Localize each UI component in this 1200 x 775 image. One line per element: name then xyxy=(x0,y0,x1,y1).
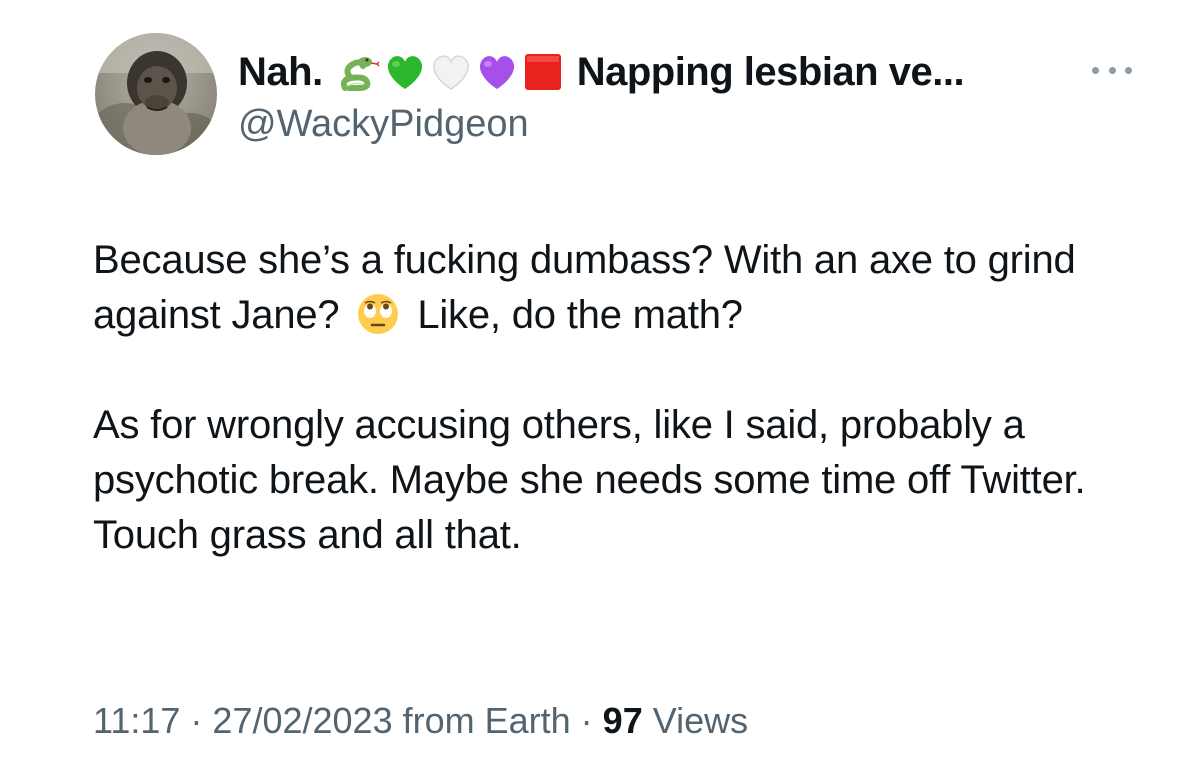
tweet-paragraph-2: As for wrongly accusing others, like I s… xyxy=(93,403,1086,557)
avatar[interactable] xyxy=(95,33,217,155)
author-display-name[interactable]: Nah. xyxy=(238,50,323,95)
tweet-time[interactable]: 11:17 xyxy=(93,700,180,741)
chimpanzee-avatar-image xyxy=(95,33,217,155)
purple-heart-icon xyxy=(475,50,519,94)
author-display-name-suffix[interactable]: Napping lesbian ve... xyxy=(577,50,965,95)
red-square-icon xyxy=(521,50,565,94)
green-heart-icon xyxy=(383,50,427,94)
tweet-source: from Earth xyxy=(392,700,571,741)
snake-icon xyxy=(337,50,381,94)
white-heart-icon xyxy=(429,50,473,94)
views-count[interactable]: 97 xyxy=(603,700,643,741)
tweet-paragraph-1: Because she’s a fucking dumbass? With an… xyxy=(93,233,1153,343)
tweet-text-part: Like, do the math? xyxy=(406,293,743,337)
tweet-date[interactable]: 27/02/2023 xyxy=(212,700,392,741)
views-label: Views xyxy=(642,700,749,741)
face-with-rolling-eyes-icon xyxy=(356,292,400,336)
tweet-meta: 11:17 · 27/02/2023 from Earth · 97 Views xyxy=(93,700,748,742)
more-dot xyxy=(1125,66,1132,74)
tweet-text: Because she’s a fucking dumbass? With an… xyxy=(93,233,1153,563)
more-dot xyxy=(1092,66,1099,74)
meta-separator: · xyxy=(570,700,603,741)
author-handle[interactable]: @WackyPidgeon xyxy=(238,103,529,146)
author-name-row[interactable]: Nah. Napping lesbian ve... xyxy=(238,44,965,100)
meta-separator: · xyxy=(180,700,213,741)
more-options-icon[interactable] xyxy=(1092,60,1132,80)
more-dot xyxy=(1108,66,1116,74)
